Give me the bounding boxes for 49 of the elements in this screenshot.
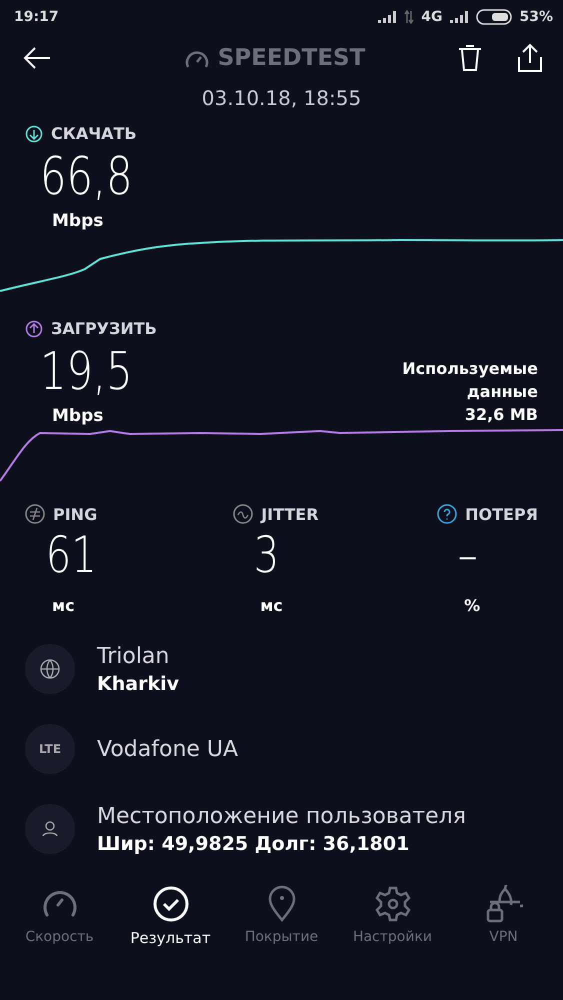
speed-unit: Mbps	[51, 211, 104, 231]
globe-icon	[25, 644, 75, 694]
test-date: 03.10.18, 18:55	[200, 86, 362, 110]
loss-icon	[437, 504, 458, 524]
upload-icon	[25, 320, 43, 338]
stat-value: 61	[44, 525, 97, 586]
back-button[interactable]	[22, 46, 52, 70]
signal-icon	[449, 11, 470, 23]
signal-icon	[377, 11, 398, 23]
info-title: Triolan	[97, 644, 170, 668]
used-data-label: Используемые данные	[401, 358, 538, 403]
network-type: 4G	[421, 9, 442, 25]
jitter-icon	[233, 504, 254, 524]
stat-unit: %	[463, 596, 480, 615]
nav-tab[interactable]: Покрытие	[228, 885, 336, 947]
info-subtitle: Шир: 49,9825 Долг: 36,1801	[97, 832, 410, 854]
download-icon	[25, 124, 43, 142]
info-title: Vodafone UA	[97, 736, 238, 762]
speed-value: 66,8	[39, 146, 133, 209]
info-subtitle: Kharkiv	[97, 672, 179, 694]
battery-icon	[476, 9, 512, 25]
check-circle-icon	[152, 885, 190, 923]
stat-label: JITTER	[261, 504, 319, 524]
battery-percent: 53%	[519, 9, 553, 25]
clock-time: 19:17	[14, 9, 59, 25]
speed-value: 19,5	[39, 341, 133, 404]
metric-label: СКАЧАТЬ	[51, 124, 137, 143]
ping-icon	[25, 504, 45, 524]
metric-label: ЗАГРУЗИТЬ	[51, 319, 157, 338]
app-title: SPEEDTEST	[218, 45, 366, 71]
stat-value: –	[456, 525, 478, 586]
used-data-value: 32,6 MB	[464, 404, 538, 426]
settings-icon	[374, 885, 412, 923]
nav-tab[interactable]: Скорость	[6, 885, 114, 947]
stat-unit: мс	[259, 596, 283, 615]
nav-tab[interactable]: Настройки	[338, 885, 446, 947]
nav-tab[interactable]: Результат	[116, 885, 224, 947]
info-title: Местоположение пользователя	[97, 804, 466, 828]
nav-tab[interactable]: VPN	[450, 885, 558, 947]
stat-label: ПОТЕРЯ	[465, 504, 538, 524]
delete-button[interactable]	[457, 44, 483, 72]
user-icon	[25, 804, 75, 854]
share-button[interactable]	[517, 43, 543, 73]
stat-unit: мс	[51, 596, 75, 615]
data-arrows-icon	[404, 10, 414, 24]
stat-value: 3	[253, 525, 280, 586]
lte-badge: LTE	[25, 724, 75, 774]
speed-unit: Mbps	[51, 406, 104, 426]
stat-label: PING	[53, 504, 98, 524]
